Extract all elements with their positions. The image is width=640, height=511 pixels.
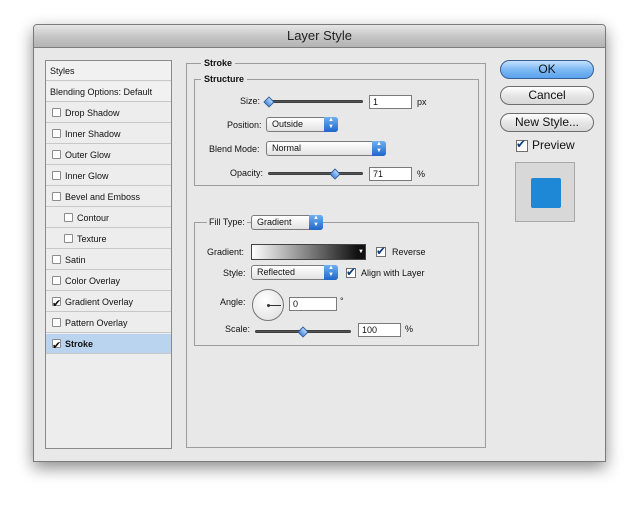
sidebar-item-label: Pattern Overlay bbox=[65, 318, 128, 328]
blend-mode-value: Normal bbox=[272, 143, 302, 153]
blend-mode-label: Blend Mode: bbox=[209, 144, 260, 154]
blending-options[interactable]: Blending Options: Default bbox=[46, 82, 171, 102]
sidebar-item-inner-glow[interactable]: Inner Glow bbox=[46, 166, 171, 186]
sidebar-item-texture[interactable]: Texture bbox=[46, 229, 171, 249]
sidebar-item-color-overlay[interactable]: Color Overlay bbox=[46, 271, 171, 291]
sidebar-item-label: Inner Shadow bbox=[65, 129, 121, 139]
scale-input[interactable]: 100 bbox=[358, 323, 401, 337]
gradient-label: Gradient: bbox=[207, 247, 245, 257]
align-with-layer-checkbox[interactable] bbox=[346, 265, 356, 279]
size-unit: px bbox=[417, 97, 427, 107]
reverse-checkbox[interactable] bbox=[376, 244, 386, 258]
sidebar-item-checkbox[interactable] bbox=[52, 294, 61, 314]
size-slider-thumb[interactable] bbox=[263, 96, 275, 108]
angle-dial-center-icon bbox=[267, 304, 270, 307]
new-style-button[interactable]: New Style... bbox=[500, 113, 594, 132]
sidebar-item-checkbox[interactable] bbox=[52, 276, 61, 285]
stroke-panel: Stroke Structure Size: 1 px Position: Ou… bbox=[186, 58, 486, 448]
sidebar-item-checkbox[interactable] bbox=[52, 192, 61, 201]
position-label: Position: bbox=[227, 120, 262, 130]
sidebar-item-gradient-overlay[interactable]: Gradient Overlay bbox=[46, 292, 171, 314]
opacity-unit: % bbox=[417, 169, 426, 179]
scale-unit: % bbox=[405, 324, 414, 334]
style-label: Style: bbox=[223, 268, 246, 278]
position-select[interactable]: Outside ▲ ▼ bbox=[266, 117, 338, 132]
scale-label: Scale: bbox=[225, 324, 251, 334]
sidebar-item-checkbox[interactable] bbox=[64, 213, 73, 222]
sidebar-item-contour[interactable]: Contour bbox=[46, 208, 171, 228]
angle-label: Angle: bbox=[220, 297, 246, 307]
structure-group: Structure Size: 1 px Position: Outside ▲… bbox=[194, 74, 479, 186]
angle-input[interactable]: 0 bbox=[289, 297, 337, 311]
gradient-style-arrows-icon: ▲ ▼ bbox=[324, 265, 338, 280]
stroke-title: Stroke bbox=[201, 58, 236, 69]
size-label: Size: bbox=[240, 96, 261, 106]
reverse-label: Reverse bbox=[392, 247, 426, 257]
angle-dial[interactable] bbox=[252, 289, 284, 321]
sidebar-item-label: Inner Glow bbox=[65, 171, 109, 181]
sidebar-item-bevel-and-emboss[interactable]: Bevel and Emboss bbox=[46, 187, 171, 207]
position-value: Outside bbox=[272, 119, 304, 129]
fill-group: Fill Type: Gradient ▲▼ Gradient: ▼ Rever… bbox=[194, 215, 479, 346]
scale-slider-thumb[interactable] bbox=[297, 326, 309, 338]
sidebar-item-label: Texture bbox=[77, 234, 107, 244]
sidebar-item-satin[interactable]: Satin bbox=[46, 250, 171, 270]
gradient-swatch[interactable]: ▼ bbox=[251, 244, 366, 260]
blend-mode-arrows-icon: ▲ ▼ bbox=[372, 141, 386, 156]
size-input[interactable]: 1 bbox=[369, 95, 412, 109]
position-arrows-icon: ▲ ▼ bbox=[324, 117, 338, 132]
sidebar-item-label: Outer Glow bbox=[65, 150, 111, 160]
sidebar-item-checkbox[interactable] bbox=[52, 150, 61, 159]
styles-list: Styles Blending Options: Default Drop Sh… bbox=[45, 60, 172, 449]
sidebar-item-label: Stroke bbox=[65, 339, 94, 349]
sidebar-item-checkbox[interactable] bbox=[64, 234, 73, 243]
gradient-dropdown-icon[interactable]: ▼ bbox=[357, 245, 365, 259]
sidebar-item-label: Bevel and Emboss bbox=[65, 192, 141, 202]
preview-thumbnail bbox=[515, 162, 575, 222]
sidebar-item-pattern-overlay[interactable]: Pattern Overlay bbox=[46, 313, 171, 333]
sidebar-item-label: Color Overlay bbox=[65, 276, 121, 286]
opacity-slider[interactable] bbox=[268, 172, 363, 175]
gradient-style-select[interactable]: Reflected ▲ ▼ bbox=[251, 265, 338, 280]
fill-type-label: Fill Type: bbox=[207, 216, 247, 228]
fill-type-select[interactable]: Gradient ▲ ▼ bbox=[251, 215, 323, 230]
sidebar-item-stroke[interactable]: Stroke bbox=[46, 334, 171, 356]
size-slider[interactable] bbox=[268, 100, 363, 103]
structure-title: Structure bbox=[201, 74, 248, 85]
sidebar-item-label: Gradient Overlay bbox=[65, 297, 134, 307]
opacity-slider-thumb[interactable] bbox=[329, 168, 342, 180]
sidebar-item-checkbox[interactable] bbox=[52, 318, 61, 327]
gradient-style-value: Reflected bbox=[257, 267, 296, 277]
angle-unit: ° bbox=[340, 296, 344, 306]
window-title: Layer Style bbox=[34, 25, 605, 48]
sidebar-item-checkbox[interactable] bbox=[52, 255, 61, 264]
fill-type-value: Gradient bbox=[257, 217, 292, 227]
blend-mode-select[interactable]: Normal ▲ ▼ bbox=[266, 141, 386, 156]
sidebar-item-outer-glow[interactable]: Outer Glow bbox=[46, 145, 171, 165]
cancel-button[interactable]: Cancel bbox=[500, 86, 594, 105]
opacity-label: Opacity: bbox=[230, 168, 264, 178]
styles-header[interactable]: Styles bbox=[46, 61, 171, 81]
layer-style-dialog: Layer Style Styles Blending Options: Def… bbox=[33, 24, 606, 462]
ok-button[interactable]: OK bbox=[500, 60, 594, 79]
sidebar-item-label: Satin bbox=[65, 255, 86, 265]
sidebar-item-checkbox[interactable] bbox=[52, 171, 61, 180]
sidebar-item-label: Contour bbox=[77, 213, 110, 223]
sidebar-item-checkbox[interactable] bbox=[52, 108, 61, 117]
sidebar-item-checkbox[interactable] bbox=[52, 336, 61, 356]
fill-type-arrows-icon: ▲ ▼ bbox=[309, 215, 323, 230]
preview-swatch bbox=[531, 178, 561, 208]
opacity-input[interactable]: 71 bbox=[369, 167, 412, 181]
sidebar-item-label: Drop Shadow bbox=[65, 108, 120, 118]
sidebar-item-drop-shadow[interactable]: Drop Shadow bbox=[46, 103, 171, 123]
align-with-layer-label: Align with Layer bbox=[361, 268, 425, 278]
preview-checkbox[interactable] bbox=[516, 137, 528, 152]
sidebar-item-checkbox[interactable] bbox=[52, 129, 61, 138]
preview-label: Preview bbox=[532, 138, 575, 152]
sidebar-item-inner-shadow[interactable]: Inner Shadow bbox=[46, 124, 171, 144]
